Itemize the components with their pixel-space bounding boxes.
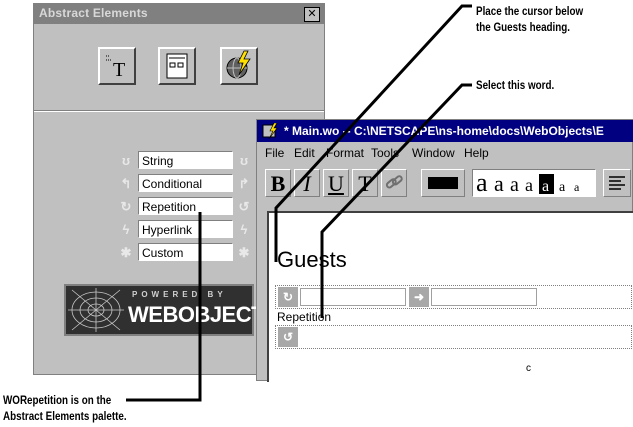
select-callout-line [320, 83, 472, 318]
cursor-callout-text: Place the cursor below the Guests headin… [476, 4, 584, 34]
select-callout-text: Select this word. [476, 78, 555, 92]
palette-callout-line [126, 212, 202, 402]
cursor-callout: Place the cursor below the Guests headin… [476, 3, 583, 35]
select-callout: Select this word. [476, 77, 554, 93]
palette-callout-text: WORepetition is on the Abstract Elements… [3, 393, 127, 423]
cursor-callout-line [274, 4, 472, 262]
palette-callout: WORepetition is on the Abstract Elements… [3, 392, 127, 424]
callout-lines [126, 4, 472, 402]
